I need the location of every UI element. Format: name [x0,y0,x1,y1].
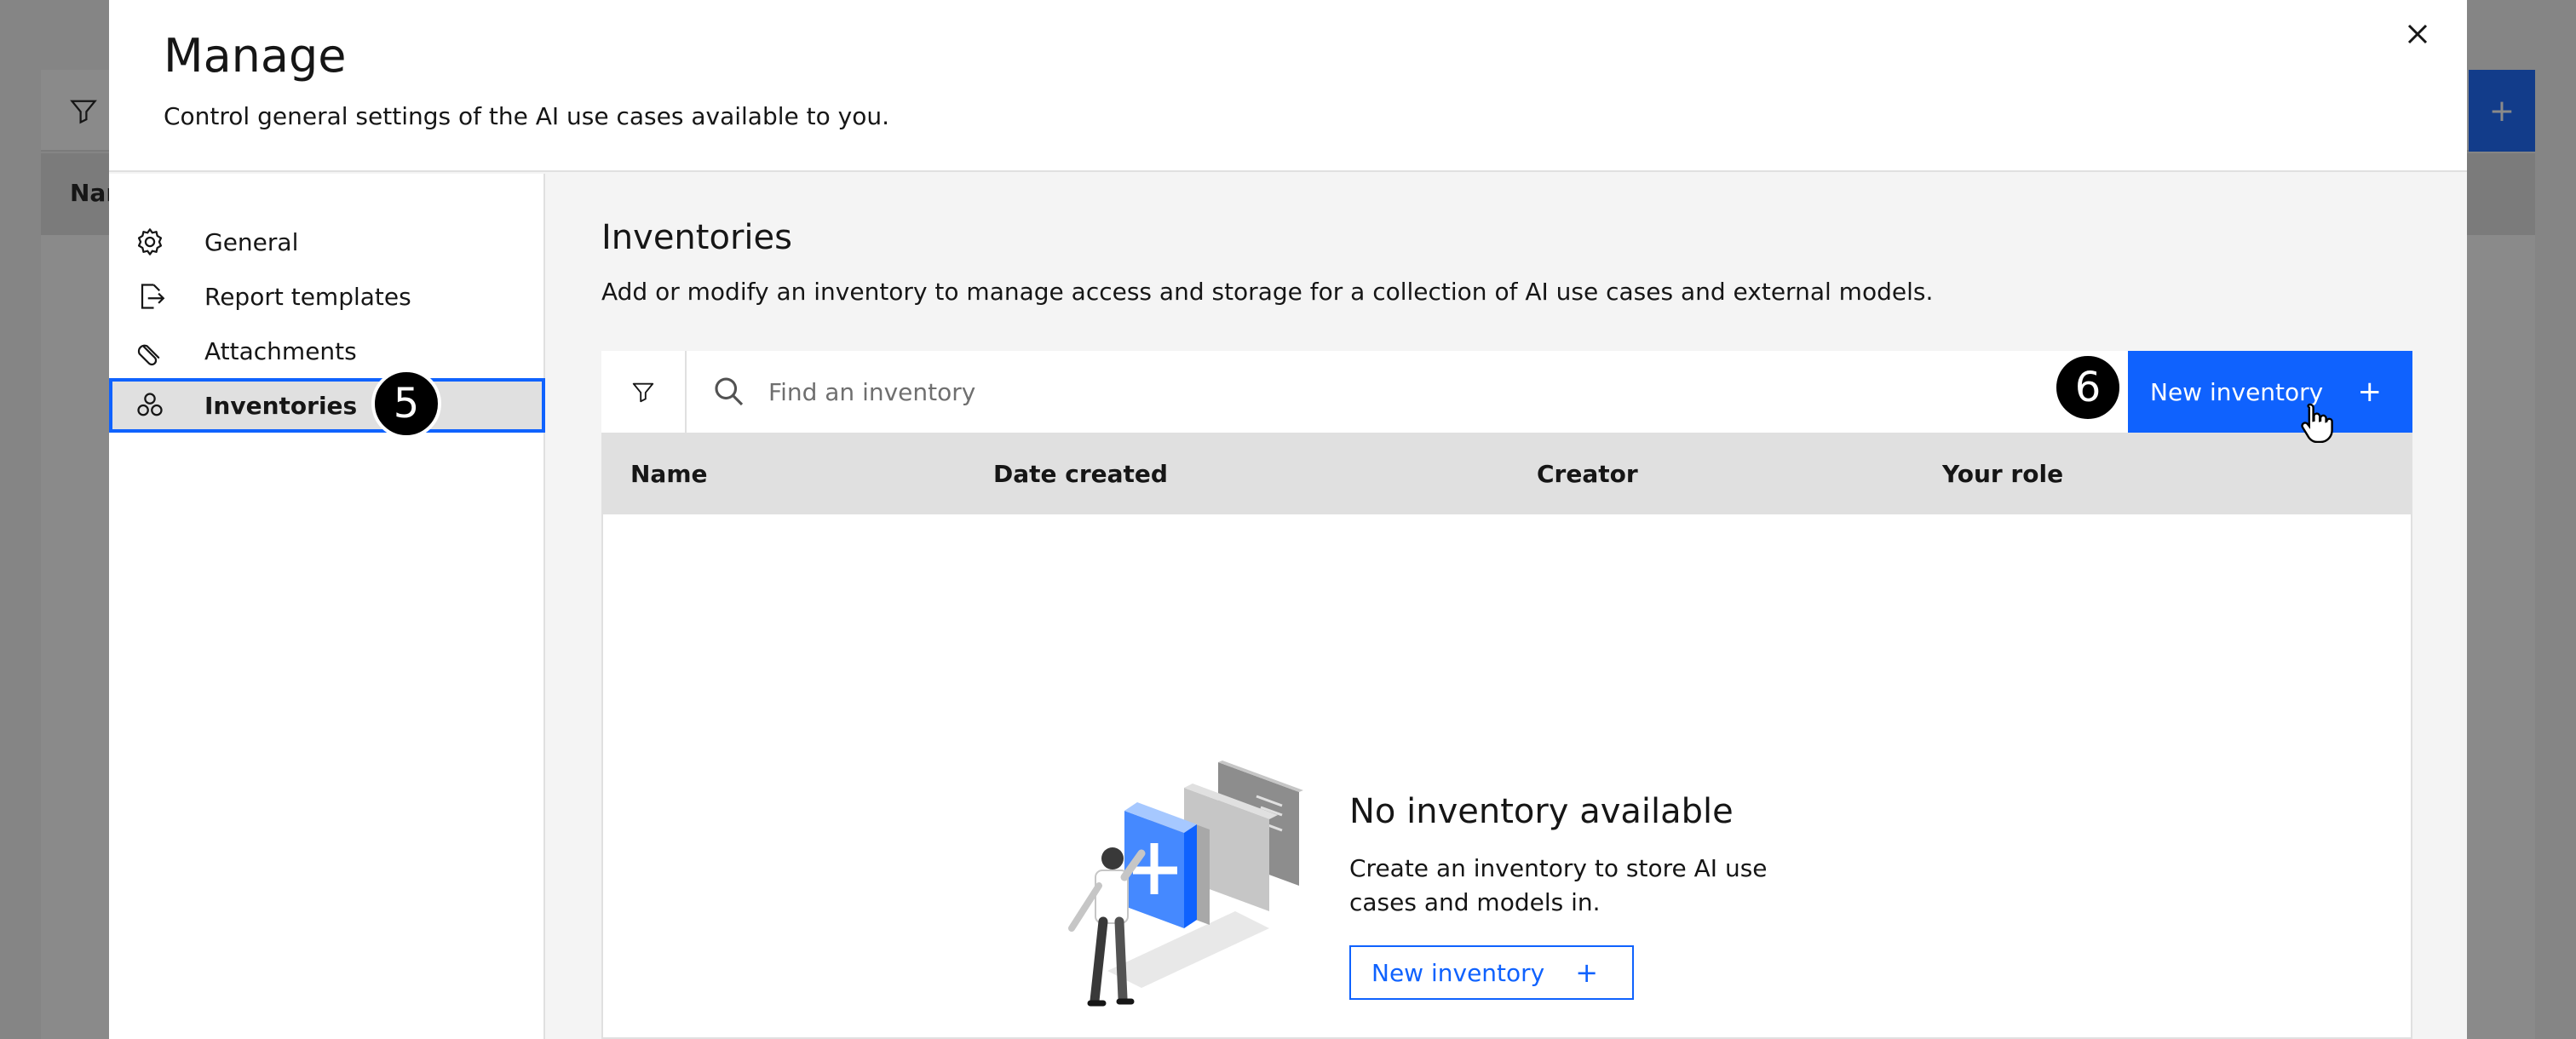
empty-state-title: No inventory available [1349,792,1734,831]
sidebar-item-label: Attachments [204,336,357,365]
sidebar-item-label: Inventories [204,391,358,420]
sidebar-item-general[interactable]: General [109,215,545,269]
modal-subtitle: Control general settings of the AI use c… [164,102,890,130]
search-icon [715,377,744,406]
sidebar-item-inventories[interactable]: Inventories [109,378,545,433]
step-badge-6: 6 [2053,353,2123,422]
plus-icon: + [1575,956,1598,989]
filter-button[interactable] [601,351,687,433]
sidebar-item-label: Report templates [204,282,411,311]
step-badge-5: 5 [371,369,441,439]
column-header-your-role[interactable]: Your role [1942,460,2063,488]
close-button[interactable] [2392,9,2443,60]
new-inventory-button[interactable]: New inventory + [2128,351,2412,433]
column-header-name[interactable]: Name [630,460,708,488]
side-nav: General Report templates Attachments Inv… [109,174,545,1039]
column-header-creator[interactable]: Creator [1537,460,1638,488]
inventory-toolbar: New inventory + [601,351,2412,433]
empty-state-illustration [1068,761,1303,1007]
attachment-icon [137,344,160,366]
sidebar-item-report-templates[interactable]: Report templates [109,269,545,324]
column-header-date-created[interactable]: Date created [993,460,1168,488]
content-title: Inventories [601,218,792,257]
modal-title: Manage [164,29,347,83]
filter-icon [632,382,654,403]
manage-modal: Manage Control general settings of the A… [109,0,2467,1039]
new-inventory-button-label: New inventory [2150,377,2324,406]
sidebar-item-attachments[interactable]: Attachments [109,324,545,378]
gear-icon [137,228,163,255]
hand-cursor-icon [2301,403,2333,443]
close-icon [2407,24,2428,44]
empty-state-description: Create an inventory to store AI use case… [1349,854,1768,916]
modal-header: Manage Control general settings of the A… [109,0,2467,172]
empty-state-button-label: New inventory [1371,958,1545,987]
sidebar-item-label: General [204,227,299,256]
content-description: Add or modify an inventory to manage acc… [601,278,1934,306]
plus-icon: + [2357,375,2383,409]
inventory-icon [137,393,163,416]
empty-state-new-inventory-button[interactable]: New inventory + [1349,945,1634,1000]
search-input[interactable] [768,368,1961,416]
document-export-icon [141,284,165,309]
table-header: Name Date created Creator Your role [601,433,2412,514]
